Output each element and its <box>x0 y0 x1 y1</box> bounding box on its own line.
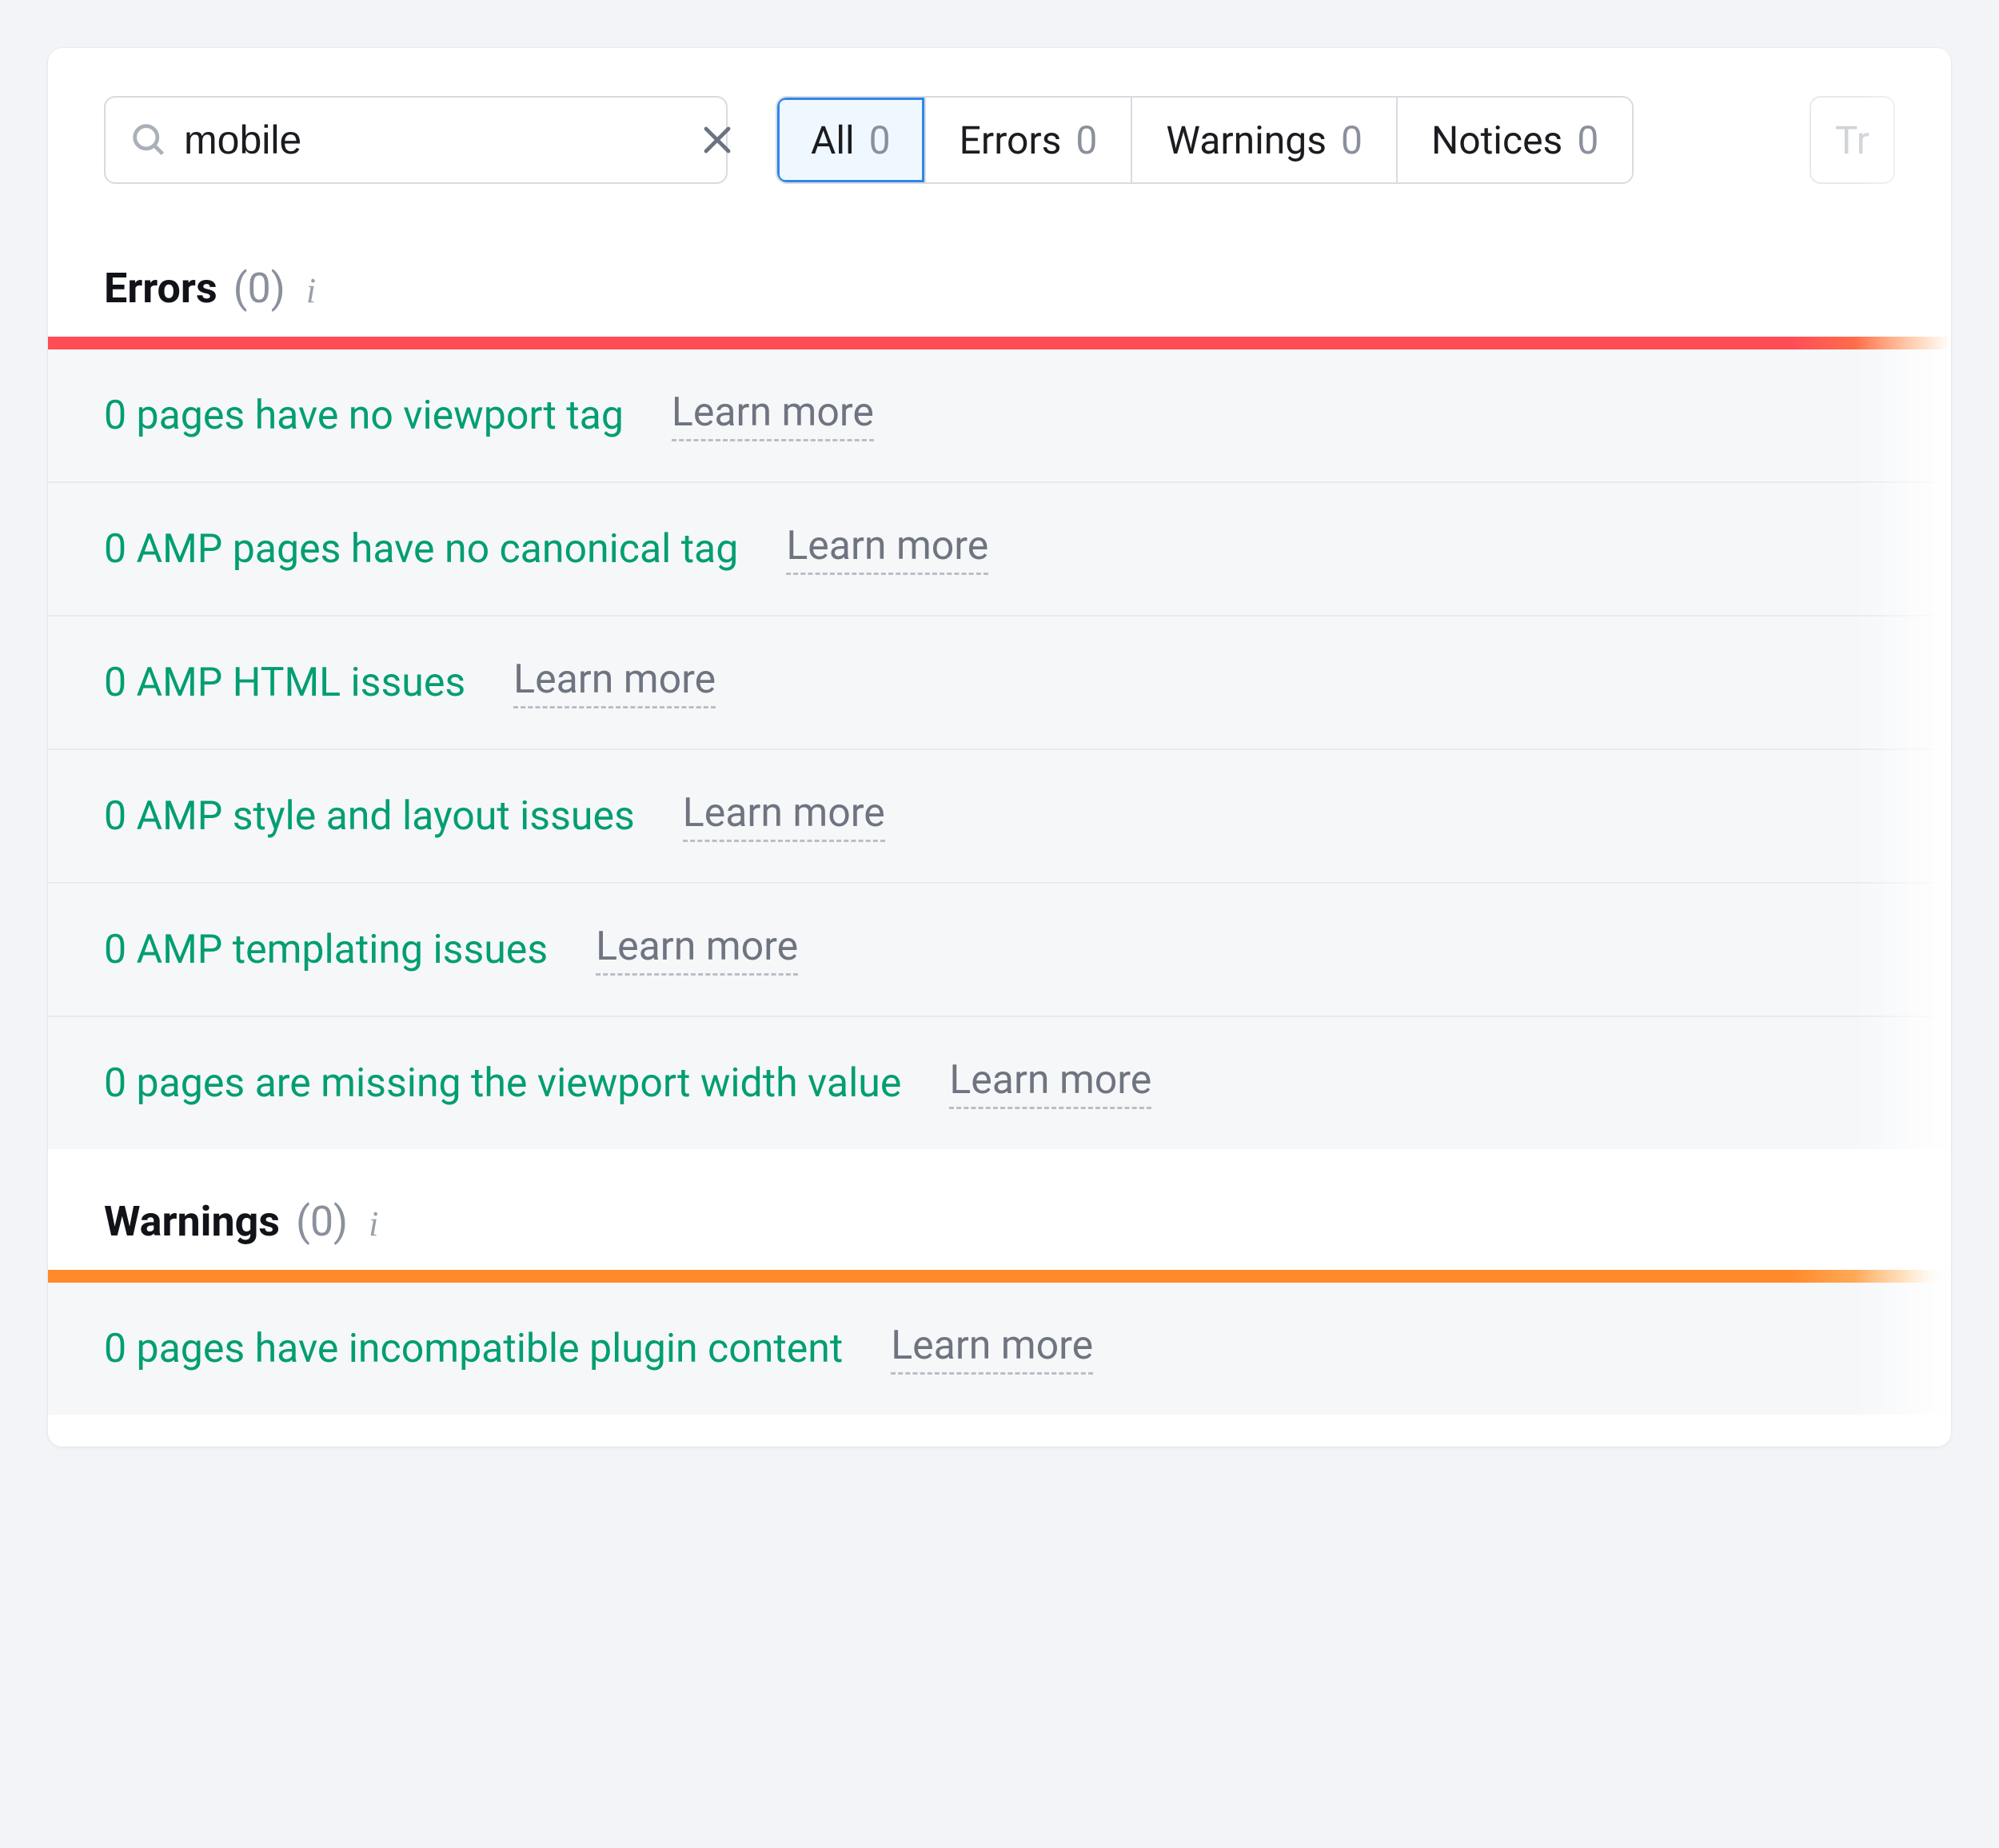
filter-notices-count: 0 <box>1577 118 1598 163</box>
filter-notices[interactable]: Notices 0 <box>1398 98 1632 182</box>
info-icon[interactable]: i <box>369 1203 378 1244</box>
issue-row[interactable]: 0 pages are missing the viewport width v… <box>48 1017 1951 1149</box>
errors-title: Errors <box>104 264 217 313</box>
filter-all-label: All <box>811 118 855 163</box>
search-input[interactable] <box>184 117 698 163</box>
filter-errors-label: Errors <box>960 118 1062 163</box>
learn-more-link[interactable]: Learn more <box>949 1057 1151 1109</box>
bottom-spacer <box>48 1415 1951 1447</box>
filter-warnings-label: Warnings <box>1166 118 1327 163</box>
learn-more-link[interactable]: Learn more <box>683 790 885 842</box>
issue-row[interactable]: 0 AMP pages have no canonical tag Learn … <box>48 483 1951 617</box>
issues-panel: All 0 Errors 0 Warnings 0 Notices 0 Tr E… <box>48 48 1951 1447</box>
truncated-button[interactable]: Tr <box>1809 96 1895 184</box>
issue-text: 0 AMP pages have no canonical tag <box>104 526 738 573</box>
errors-section-header: Errors (0) i <box>48 216 1951 337</box>
warnings-rows: 0 pages have incompatible plugin content… <box>48 1283 1951 1415</box>
errors-count: (0) <box>233 264 285 313</box>
issue-text: 0 pages are missing the viewport width v… <box>104 1060 901 1107</box>
errors-rule <box>48 337 1951 349</box>
learn-more-link[interactable]: Learn more <box>672 389 874 441</box>
clear-icon[interactable] <box>698 121 736 159</box>
issue-row[interactable]: 0 pages have incompatible plugin content… <box>48 1283 1951 1415</box>
issue-text: 0 AMP templating issues <box>104 927 548 973</box>
learn-more-link[interactable]: Learn more <box>513 657 716 708</box>
filter-warnings[interactable]: Warnings 0 <box>1132 98 1398 182</box>
issue-row[interactable]: 0 AMP style and layout issues Learn more <box>48 750 1951 884</box>
warnings-count: (0) <box>296 1197 348 1246</box>
toolbar: All 0 Errors 0 Warnings 0 Notices 0 Tr <box>48 48 1951 216</box>
learn-more-link[interactable]: Learn more <box>596 924 798 976</box>
search-icon <box>128 119 170 161</box>
filter-errors-count: 0 <box>1075 118 1097 163</box>
learn-more-link[interactable]: Learn more <box>891 1323 1093 1375</box>
filter-notices-label: Notices <box>1431 118 1562 163</box>
filter-all-count: 0 <box>869 118 891 163</box>
filter-warnings-count: 0 <box>1341 118 1363 163</box>
warnings-rule <box>48 1270 1951 1283</box>
filter-errors[interactable]: Errors 0 <box>926 98 1133 182</box>
search-box[interactable] <box>104 96 728 184</box>
info-icon[interactable]: i <box>306 270 316 311</box>
issue-row[interactable]: 0 pages have no viewport tag Learn more <box>48 349 1951 483</box>
issue-text: 0 pages have no viewport tag <box>104 393 624 439</box>
issue-row[interactable]: 0 AMP HTML issues Learn more <box>48 617 1951 750</box>
learn-more-link[interactable]: Learn more <box>786 523 988 575</box>
errors-rows: 0 pages have no viewport tag Learn more … <box>48 349 1951 1149</box>
warnings-title: Warnings <box>104 1197 280 1246</box>
issue-text: 0 AMP HTML issues <box>104 660 465 706</box>
issue-text: 0 pages have incompatible plugin content <box>104 1326 843 1372</box>
truncated-button-label: Tr <box>1835 118 1869 163</box>
warnings-section-header: Warnings (0) i <box>48 1149 1951 1270</box>
issue-row[interactable]: 0 AMP templating issues Learn more <box>48 884 1951 1017</box>
filter-segmented: All 0 Errors 0 Warnings 0 Notices 0 <box>776 96 1634 184</box>
filter-all[interactable]: All 0 <box>777 98 926 182</box>
issue-text: 0 AMP style and layout issues <box>104 793 635 840</box>
